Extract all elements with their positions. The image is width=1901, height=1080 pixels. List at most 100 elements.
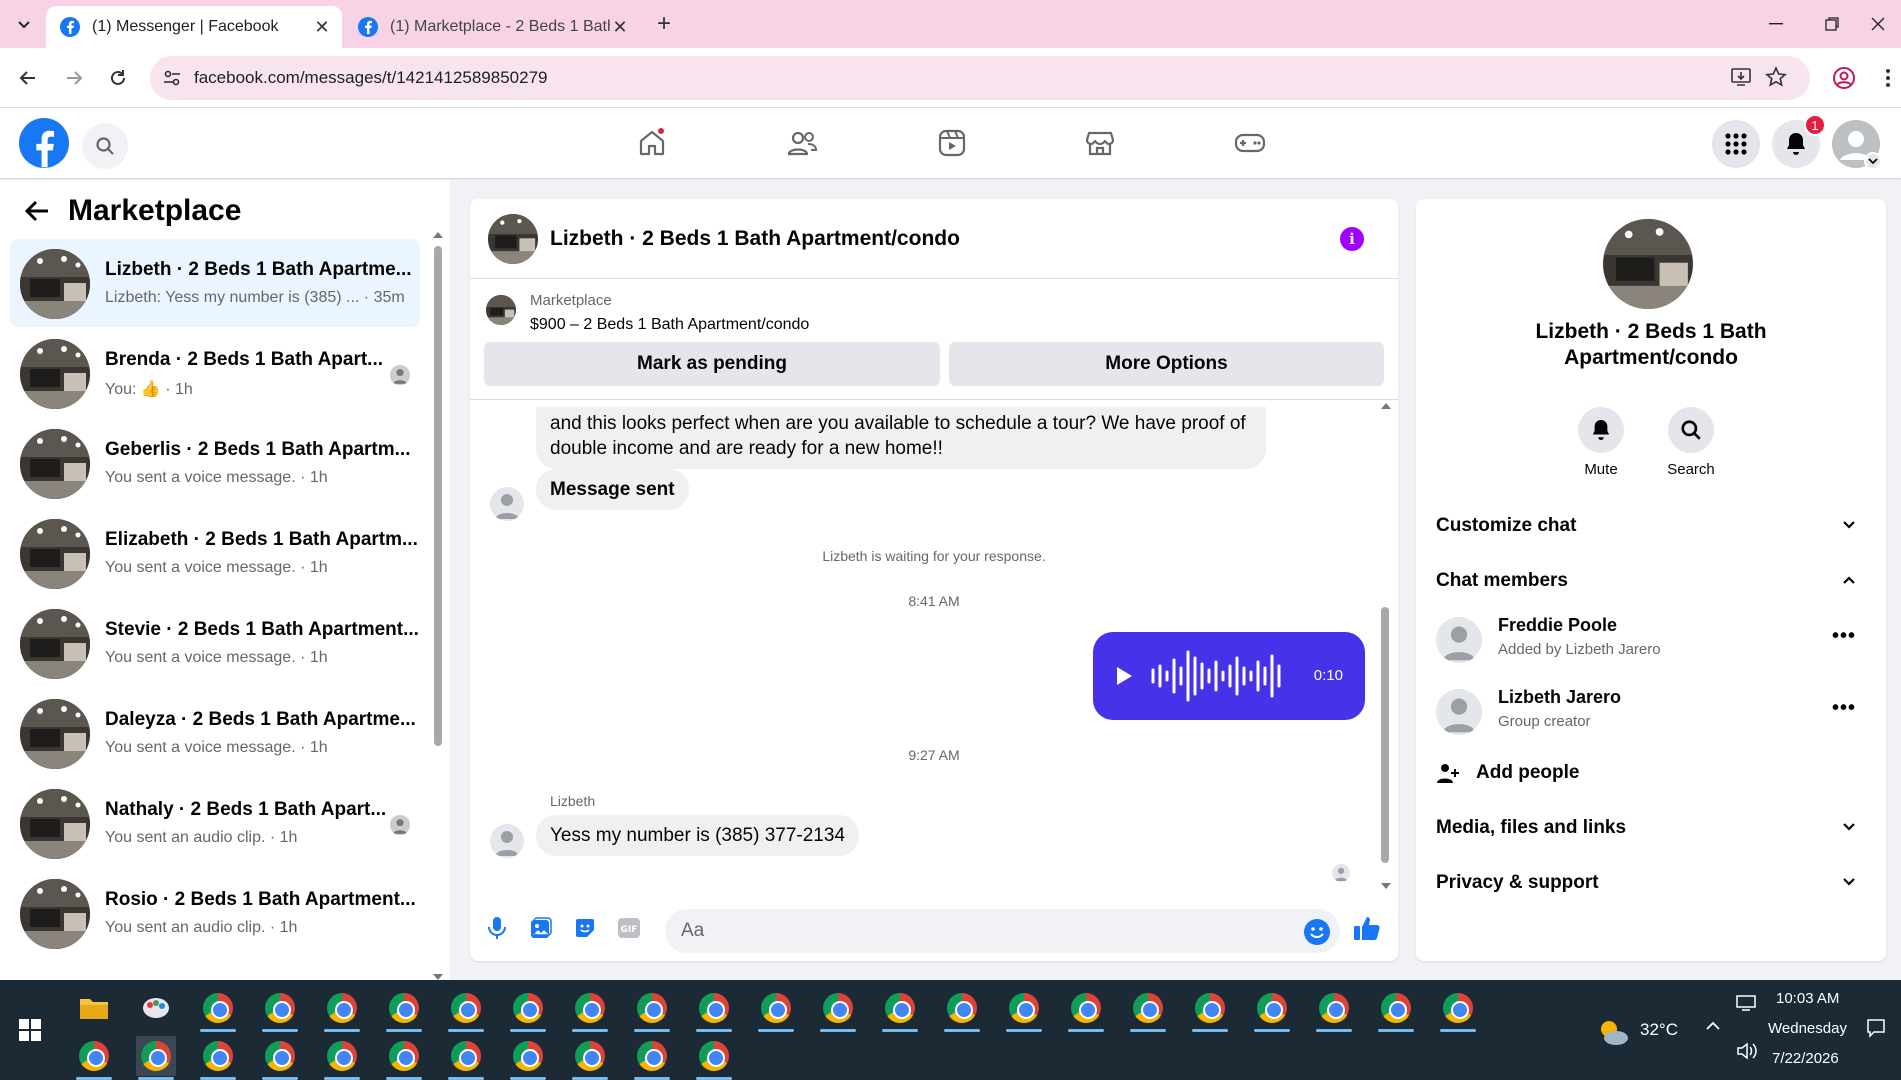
- tab-marketplace[interactable]: (1) Marketplace - 2 Beds 1 Bath ✕: [344, 6, 640, 48]
- chrome-taskbar-icon[interactable]: [198, 988, 238, 1032]
- chrome-taskbar-icon[interactable]: [508, 988, 548, 1032]
- facebook-search-button[interactable]: [82, 123, 128, 169]
- mark-as-pending-button[interactable]: Mark as pending: [484, 342, 940, 386]
- more-options-icon[interactable]: •••: [1832, 697, 1856, 720]
- chat-member[interactable]: Freddie Poole Added by Lizbeth Jarero ••…: [1436, 609, 1866, 669]
- tray-overflow-chevron-icon[interactable]: [1705, 1020, 1721, 1032]
- close-window-button[interactable]: [1850, 0, 1901, 48]
- menu-grid-button[interactable]: [1712, 120, 1760, 168]
- conversation-item[interactable]: Daleyza · 2 Beds 1 Bath Apartme... You se…: [10, 689, 420, 777]
- chat-avatar[interactable]: [488, 214, 538, 264]
- customize-chat-row[interactable]: Customize chat: [1436, 506, 1866, 546]
- nav-marketplace[interactable]: [1070, 120, 1130, 166]
- clock-date[interactable]: 7/22/2026: [1772, 1050, 1839, 1067]
- chrome-taskbar-icon[interactable]: [446, 1036, 486, 1080]
- message-scrollbar[interactable]: [1380, 403, 1391, 889]
- conversation-item[interactable]: Stevie · 2 Beds 1 Bath Apartment... You s…: [10, 599, 420, 687]
- sticker-button[interactable]: [570, 913, 600, 943]
- facebook-logo-icon[interactable]: [19, 118, 69, 168]
- chrome-taskbar-icon[interactable]: [136, 1036, 176, 1080]
- tab-close-icon[interactable]: ✕: [610, 17, 630, 38]
- scrollbar-thumb[interactable]: [434, 246, 442, 746]
- chrome-taskbar-icon[interactable]: [818, 988, 858, 1032]
- new-tab-button[interactable]: +: [650, 10, 678, 38]
- chrome-taskbar-icon[interactable]: [198, 1036, 238, 1080]
- chrome-taskbar-icon[interactable]: [260, 1036, 300, 1080]
- chrome-taskbar-icon[interactable]: [1190, 988, 1230, 1032]
- chat-info-icon[interactable]: i: [1340, 227, 1364, 251]
- tab-search-dropdown[interactable]: [10, 10, 38, 38]
- chrome-taskbar-icon[interactable]: [756, 988, 796, 1032]
- scrollbar-thumb[interactable]: [1381, 607, 1389, 863]
- clock-day[interactable]: Wednesday: [1768, 1020, 1847, 1037]
- like-button[interactable]: [1352, 913, 1382, 943]
- more-options-button[interactable]: More Options: [949, 342, 1384, 386]
- start-button[interactable]: [10, 1010, 50, 1050]
- conversation-item[interactable]: Brenda · 2 Beds 1 Bath Apart... You: 👍 · …: [10, 329, 420, 417]
- chrome-taskbar-icon[interactable]: [570, 1036, 610, 1080]
- back-arrow-icon[interactable]: [24, 200, 50, 222]
- chrome-taskbar-icon[interactable]: [322, 988, 362, 1032]
- chrome-taskbar-icon[interactable]: [1252, 988, 1292, 1032]
- chrome-taskbar-icon[interactable]: [1128, 988, 1168, 1032]
- chrome-taskbar-icon[interactable]: [632, 1036, 672, 1080]
- reload-button[interactable]: [102, 62, 134, 94]
- chrome-taskbar-icon[interactable]: [446, 988, 486, 1032]
- voice-clip-button[interactable]: [482, 913, 512, 943]
- weather-icon[interactable]: [1596, 1018, 1630, 1046]
- privacy-support-row[interactable]: Privacy & support: [1436, 863, 1866, 903]
- gif-button[interactable]: GIF: [614, 913, 644, 943]
- search-action[interactable]: Search: [1651, 407, 1731, 478]
- minimize-button[interactable]: [1748, 0, 1804, 48]
- chrome-taskbar-icon[interactable]: [1066, 988, 1106, 1032]
- listing-thumbnail[interactable]: [486, 295, 516, 325]
- notification-center-icon[interactable]: [1866, 1018, 1886, 1038]
- chrome-taskbar-icon[interactable]: [570, 988, 610, 1032]
- install-app-icon[interactable]: [1730, 66, 1752, 88]
- message-input[interactable]: Aa: [665, 909, 1340, 953]
- message-bubble[interactable]: Message sent: [536, 469, 689, 510]
- paint-app-icon[interactable]: [136, 988, 176, 1028]
- address-bar[interactable]: facebook.com/messages/t/1421412589850279: [150, 56, 1810, 100]
- conversation-item[interactable]: Elizabeth · 2 Beds 1 Bath Apartm... You s…: [10, 509, 420, 597]
- attach-photo-button[interactable]: [526, 913, 556, 943]
- volume-icon[interactable]: [1736, 1042, 1758, 1060]
- chrome-taskbar-icon[interactable]: [880, 988, 920, 1032]
- add-people-row[interactable]: Add people: [1436, 753, 1866, 793]
- file-explorer-icon[interactable]: [74, 988, 114, 1028]
- chat-members-row[interactable]: Chat members: [1436, 561, 1866, 601]
- conversation-item[interactable]: Rosio · 2 Beds 1 Bath Apartment... You se…: [10, 869, 420, 957]
- weather-temperature[interactable]: 32°C: [1640, 1020, 1678, 1040]
- message-bubble[interactable]: and this looks perfect when are you avai…: [536, 407, 1266, 469]
- voice-message-bubble[interactable]: 0:10: [1093, 632, 1365, 720]
- chrome-taskbar-icon[interactable]: [632, 988, 672, 1032]
- chrome-taskbar-icon[interactable]: [1314, 988, 1354, 1032]
- chat-member[interactable]: Lizbeth Jarero Group creator •••: [1436, 681, 1866, 741]
- chrome-taskbar-icon[interactable]: [74, 1036, 114, 1080]
- bookmark-star-icon[interactable]: [1765, 66, 1787, 88]
- emoji-icon[interactable]: [1304, 919, 1330, 945]
- account-avatar-button[interactable]: [1832, 120, 1882, 170]
- network-icon[interactable]: [1736, 994, 1758, 1012]
- chrome-taskbar-icon[interactable]: [1376, 988, 1416, 1032]
- nav-watch[interactable]: [922, 120, 982, 166]
- nav-friends[interactable]: [772, 120, 832, 166]
- clock-time[interactable]: 10:03 AM: [1776, 990, 1839, 1007]
- chrome-taskbar-icon[interactable]: [1004, 988, 1044, 1032]
- chrome-taskbar-icon[interactable]: [322, 1036, 362, 1080]
- conversation-scrollbar[interactable]: [433, 232, 443, 980]
- message-bubble[interactable]: Yess my number is (385) 377-2134: [536, 815, 860, 856]
- conversation-item[interactable]: Lizbeth · 2 Beds 1 Bath Apartme... Lizbet…: [10, 239, 420, 327]
- chrome-taskbar-icon[interactable]: [260, 988, 300, 1032]
- conversation-item[interactable]: Nathaly · 2 Beds 1 Bath Apart... You sent…: [10, 779, 420, 867]
- sender-avatar[interactable]: [490, 824, 524, 858]
- back-button[interactable]: [12, 62, 44, 94]
- forward-button[interactable]: [58, 62, 90, 94]
- chrome-taskbar-icon[interactable]: [694, 988, 734, 1032]
- chrome-taskbar-icon[interactable]: [508, 1036, 548, 1080]
- nav-home[interactable]: [622, 120, 682, 166]
- media-files-row[interactable]: Media, files and links: [1436, 808, 1866, 848]
- tab-messenger[interactable]: (1) Messenger | Facebook ✕: [46, 6, 342, 48]
- notifications-button[interactable]: 1: [1772, 114, 1826, 168]
- sender-avatar[interactable]: [490, 487, 524, 521]
